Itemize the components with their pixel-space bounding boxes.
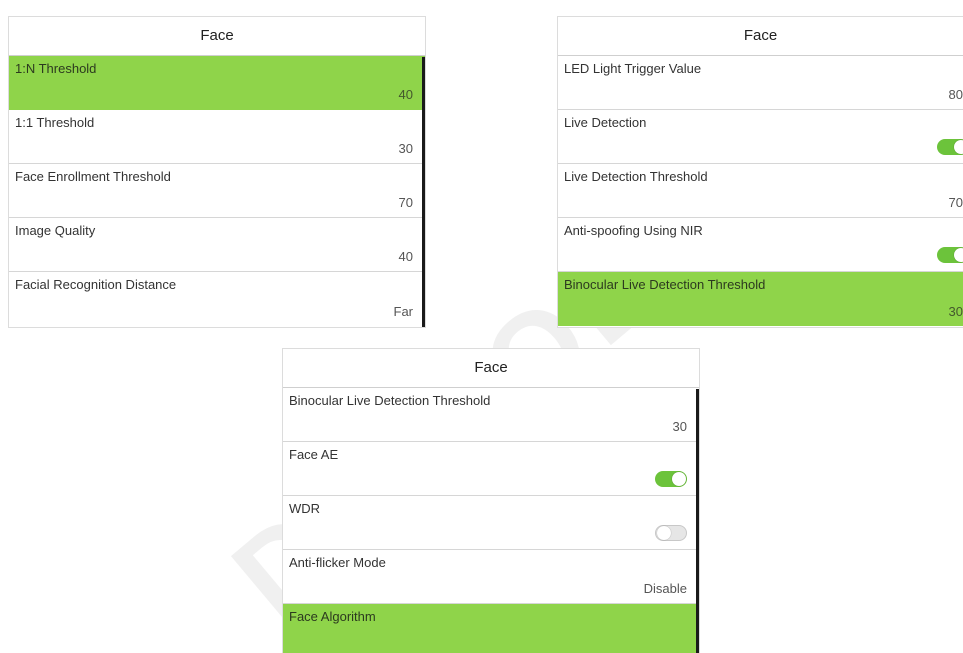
wdr-toggle[interactable] (655, 525, 687, 541)
row-led-light-trigger-value[interactable]: LED Light Trigger Value 80 (558, 56, 963, 110)
panel-title: Face (9, 17, 425, 56)
scrollbar[interactable] (422, 57, 425, 327)
row-binocular-live-detection-threshold[interactable]: Binocular Live Detection Threshold 30 (558, 272, 963, 326)
face-settings-panel-1: Face 1:N Threshold 40 1:1 Threshold 30 F… (8, 16, 426, 328)
row-value: 30 (398, 141, 413, 156)
row-live-detection-threshold[interactable]: Live Detection Threshold 70 (558, 164, 963, 218)
row-face-ae[interactable]: Face AE (283, 442, 699, 496)
row-label: Anti-spoofing Using NIR (564, 223, 703, 238)
row-value: 70 (948, 195, 963, 210)
row-value: 80 (948, 87, 963, 102)
live-detection-toggle[interactable] (937, 139, 963, 155)
toggle-knob (954, 140, 963, 154)
row-label: Face Algorithm (289, 609, 376, 624)
row-label: Face AE (289, 447, 339, 462)
row-label: Live Detection Threshold (564, 169, 708, 184)
row-live-detection[interactable]: Live Detection (558, 110, 963, 164)
toggle-knob (672, 472, 686, 486)
face-settings-panel-3: Face Binocular Live Detection Threshold … (282, 348, 700, 653)
row-wdr[interactable]: WDR (283, 496, 699, 550)
row-value: 30 (672, 419, 687, 434)
row-value: 40 (398, 87, 413, 102)
row-anti-flicker-mode[interactable]: Anti-flicker Mode Disable (283, 550, 699, 604)
row-label: Facial Recognition Distance (15, 277, 177, 292)
scrollbar[interactable] (696, 389, 699, 653)
row-value: Disable (643, 581, 687, 596)
row-label: Face Enrollment Threshold (15, 169, 171, 184)
row-facial-recognition-distance[interactable]: Facial Recognition Distance Far (9, 272, 425, 326)
row-label: Binocular Live Detection Threshold (564, 277, 766, 292)
row-1n-threshold[interactable]: 1:N Threshold 40 (9, 56, 425, 110)
face-ae-toggle[interactable] (655, 471, 687, 487)
row-value: 40 (398, 249, 413, 264)
row-binocular-live-detection-threshold[interactable]: Binocular Live Detection Threshold 30 (283, 388, 699, 442)
toggle-knob (657, 526, 671, 540)
row-label: 1:1 Threshold (15, 115, 95, 130)
toggle-knob (954, 248, 963, 262)
row-label: Live Detection (564, 115, 647, 130)
panel-title: Face (283, 349, 699, 388)
row-face-enrollment-threshold[interactable]: Face Enrollment Threshold 70 (9, 164, 425, 218)
row-label: Binocular Live Detection Threshold (289, 393, 491, 408)
row-11-threshold[interactable]: 1:1 Threshold 30 (9, 110, 425, 164)
anti-spoofing-toggle[interactable] (937, 247, 963, 263)
row-image-quality[interactable]: Image Quality 40 (9, 218, 425, 272)
panel-title: Face (558, 17, 963, 56)
row-anti-spoofing-nir[interactable]: Anti-spoofing Using NIR (558, 218, 963, 272)
row-label: WDR (289, 501, 321, 516)
row-label: LED Light Trigger Value (564, 61, 702, 76)
row-value: 30 (948, 304, 963, 319)
row-label: Anti-flicker Mode (289, 555, 386, 570)
face-settings-panel-2: Face LED Light Trigger Value 80 Live Det… (557, 16, 963, 328)
row-face-algorithm[interactable]: Face Algorithm (283, 604, 699, 653)
row-value: Far (393, 304, 414, 319)
row-label: Image Quality (15, 223, 96, 238)
row-label: 1:N Threshold (15, 61, 97, 76)
row-value: 70 (398, 195, 413, 210)
